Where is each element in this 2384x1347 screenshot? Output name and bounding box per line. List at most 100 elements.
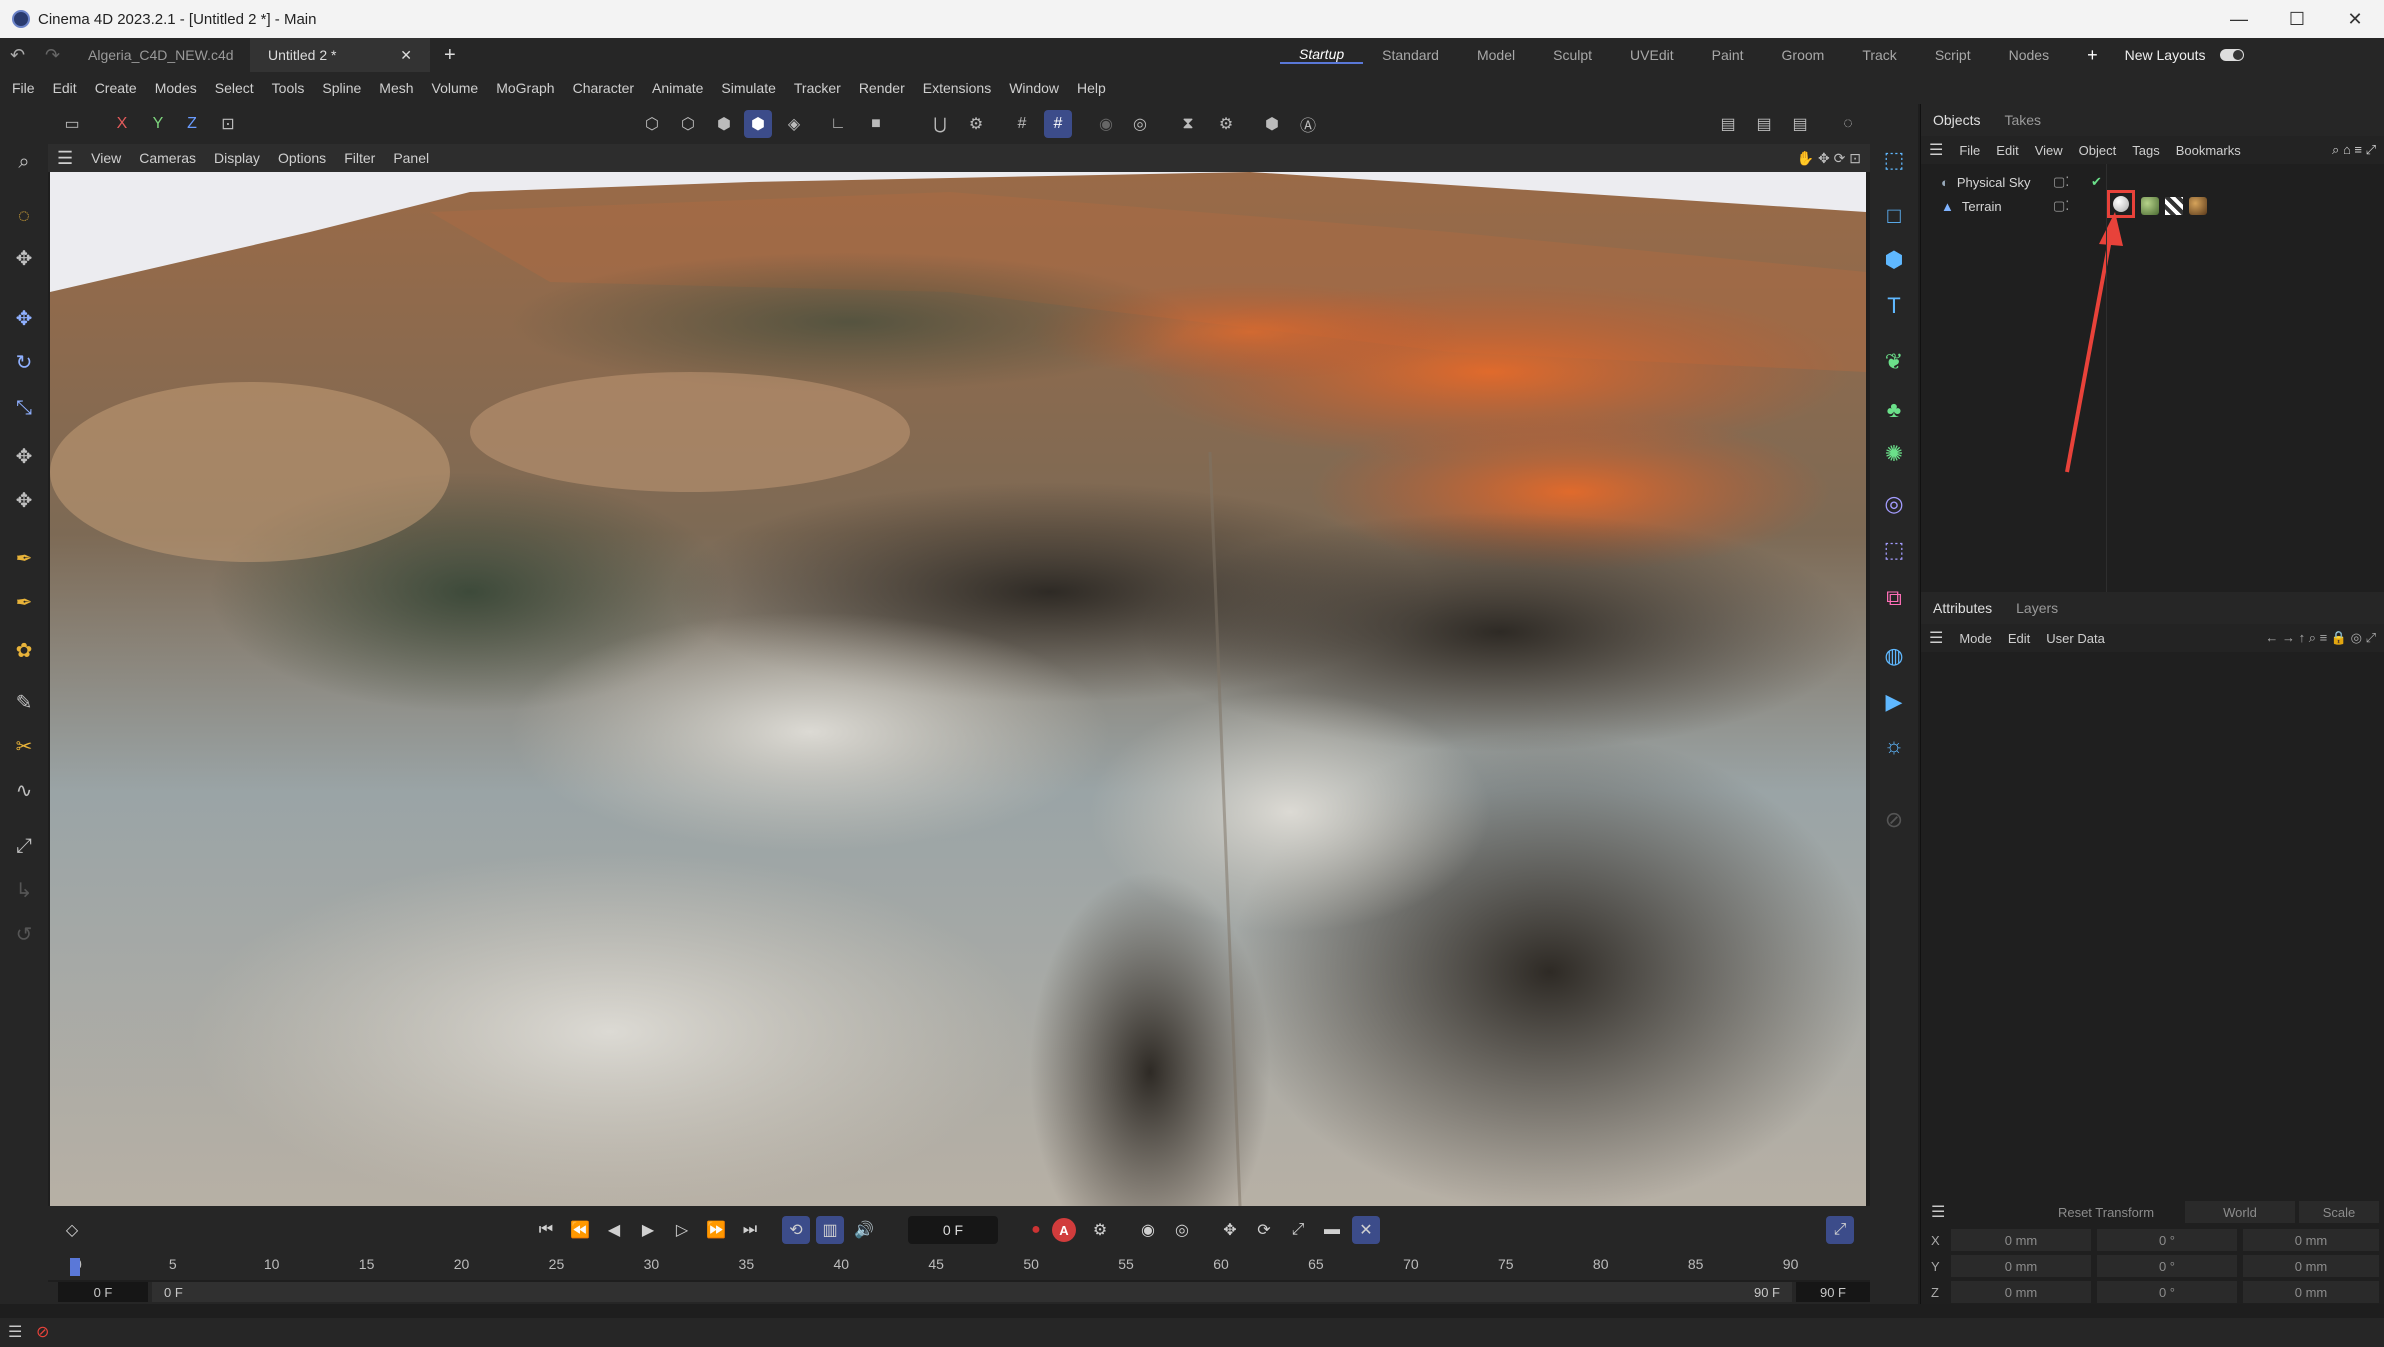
preview-range-icon[interactable]: ▥: [816, 1216, 844, 1244]
viewport-menu-display[interactable]: Display: [205, 150, 269, 166]
layout-standard[interactable]: Standard: [1363, 47, 1458, 63]
spline-tools-icon[interactable]: ✒: [8, 586, 40, 618]
layout-model[interactable]: Model: [1458, 47, 1534, 63]
min-frame-field[interactable]: 0 F: [58, 1282, 148, 1302]
status-menu-icon[interactable]: ☰: [8, 1322, 22, 1342]
coordinate-system-icon[interactable]: ⊡: [214, 110, 242, 138]
spline-pen-icon[interactable]: ✒: [8, 542, 40, 574]
model-mode-icon[interactable]: ⬢: [744, 110, 772, 138]
record-scale-icon[interactable]: ⤢: [1284, 1216, 1312, 1244]
new-layouts-toggle[interactable]: [2219, 49, 2244, 61]
render-settings-icon[interactable]: ▤: [1786, 110, 1814, 138]
object-row-terrain[interactable]: ▲ Terrain ▢⁚: [1921, 190, 2384, 218]
render-view-icon[interactable]: ▤: [1714, 110, 1742, 138]
search-icon[interactable]: ⌕: [8, 146, 40, 178]
render-tag-icon[interactable]: ⬢: [1258, 110, 1286, 138]
position-x-field[interactable]: 0 mm: [1951, 1229, 2091, 1251]
attributes-menu-user-data[interactable]: User Data: [2038, 631, 2113, 646]
menu-mograph[interactable]: MoGraph: [487, 80, 563, 96]
solo-settings-icon[interactable]: ◎: [1126, 110, 1154, 138]
extra-transform-icon[interactable]: ✥: [8, 484, 40, 516]
key-interp-icon[interactable]: ◎: [1168, 1216, 1196, 1244]
objects-menu-tags[interactable]: Tags: [2124, 143, 2167, 158]
solo-icon[interactable]: ◉: [1092, 110, 1120, 138]
spline-smooth-icon[interactable]: ∿: [8, 774, 40, 806]
record-param-icon[interactable]: ▬: [1318, 1216, 1346, 1244]
playhead-icon[interactable]: [70, 1258, 80, 1276]
previous-frame-icon[interactable]: ◀: [600, 1216, 628, 1244]
sculpt-brush-icon[interactable]: ✿: [8, 634, 40, 666]
menu-simulate[interactable]: Simulate: [712, 80, 784, 96]
attributes-hamburger-icon[interactable]: ☰: [1921, 628, 1951, 648]
coordinate-mode-select[interactable]: Scale: [2299, 1201, 2379, 1223]
redshift-ipr-icon[interactable]: ◌: [1834, 110, 1862, 138]
transform-tool-icon[interactable]: ✥: [8, 440, 40, 472]
menu-tracker[interactable]: Tracker: [785, 80, 850, 96]
rotation-y-field[interactable]: 0 °: [2097, 1255, 2237, 1277]
new-layouts-label[interactable]: New Layouts: [2125, 47, 2206, 63]
position-y-field[interactable]: 0 mm: [1951, 1255, 2091, 1277]
camera-icon[interactable]: ▶: [1878, 686, 1910, 718]
menu-file[interactable]: File: [0, 80, 44, 96]
symmetry-settings-icon[interactable]: ⚙: [1212, 110, 1240, 138]
viewport-hamburger-icon[interactable]: ☰: [48, 148, 82, 169]
rotation-x-field[interactable]: 0 °: [2097, 1229, 2237, 1251]
doc-tab-untitled[interactable]: Untitled 2 * ✕: [250, 38, 430, 72]
selection-tools-icon[interactable]: ✥: [8, 242, 40, 274]
current-frame-field[interactable]: 0 F: [908, 1216, 998, 1244]
go-to-start-icon[interactable]: ⏮: [532, 1216, 560, 1244]
layout-nodes[interactable]: Nodes: [1990, 47, 2068, 63]
menu-render[interactable]: Render: [850, 80, 914, 96]
layout-script[interactable]: Script: [1916, 47, 1990, 63]
size-y-field[interactable]: 0 mm: [2243, 1255, 2379, 1277]
size-z-field[interactable]: 0 mm: [2243, 1281, 2379, 1303]
key-selection-icon[interactable]: ◉: [1134, 1216, 1162, 1244]
layout-groom[interactable]: Groom: [1763, 47, 1844, 63]
close-window-button[interactable]: ✕: [2326, 0, 2384, 38]
workplane-grid-icon[interactable]: #: [1044, 110, 1072, 138]
auto-icon[interactable]: Ⓐ: [1294, 110, 1322, 138]
record-pla-icon[interactable]: ✕: [1352, 1216, 1380, 1244]
texture-tag-icon[interactable]: [2165, 197, 2183, 215]
autokey-button[interactable]: A: [1052, 1218, 1076, 1242]
material-tag-icon[interactable]: [2189, 197, 2207, 215]
layout-paint[interactable]: Paint: [1693, 47, 1763, 63]
attributes-nav-icons[interactable]: ← → ↑ ⌕ ≡ 🔒 ◎ ⤢: [2257, 630, 2384, 646]
coordinate-space-select[interactable]: World: [2185, 1201, 2295, 1223]
keyframe-diamond-icon[interactable]: ◇: [58, 1216, 86, 1244]
menu-spline[interactable]: Spline: [313, 80, 370, 96]
viewport-menu-view[interactable]: View: [82, 150, 130, 166]
position-z-field[interactable]: 0 mm: [1951, 1281, 2091, 1303]
symmetry-icon[interactable]: ⧗: [1174, 110, 1202, 138]
menu-help[interactable]: Help: [1068, 80, 1115, 96]
viewport-navigation-icons[interactable]: ✋ ✥ ⟳ ⊡: [1788, 150, 1870, 167]
viewport-menu-cameras[interactable]: Cameras: [130, 150, 205, 166]
key-settings-icon[interactable]: ⚙: [1086, 1216, 1114, 1244]
move-tool-icon[interactable]: ✥: [8, 302, 40, 334]
redo-icon[interactable]: ↷: [45, 45, 60, 66]
layout-sculpt[interactable]: Sculpt: [1534, 47, 1611, 63]
menu-edit[interactable]: Edit: [44, 80, 86, 96]
measure-tool-icon[interactable]: ⤢: [8, 830, 40, 862]
generator-icon[interactable]: ❦: [1878, 346, 1910, 378]
viewport-menu-filter[interactable]: Filter: [335, 150, 384, 166]
viewport-menu-panel[interactable]: Panel: [384, 150, 438, 166]
axis-x-button[interactable]: X: [108, 110, 136, 138]
menu-animate[interactable]: Animate: [643, 80, 712, 96]
enabled-check-icon[interactable]: ✔: [2091, 174, 2102, 190]
locked-workplane-icon[interactable]: ■: [862, 110, 890, 138]
axis-y-button[interactable]: Y: [144, 110, 172, 138]
objects-search-icon[interactable]: ⌕ ⌂ ≡ ⤢: [2324, 142, 2384, 158]
spline-icon[interactable]: ⧉: [1878, 582, 1910, 614]
menu-mesh[interactable]: Mesh: [370, 80, 422, 96]
timeline-ruler[interactable]: 051015202530354045505560657075808590: [48, 1254, 1870, 1280]
object-row-physical-sky[interactable]: ◐ Physical Sky ▢⁚ ✔: [1921, 170, 2384, 194]
go-to-end-icon[interactable]: ⏭: [736, 1216, 764, 1244]
volume-icon[interactable]: ⬚: [1878, 534, 1910, 566]
loop-icon[interactable]: ⟲: [782, 1216, 810, 1244]
tab-attributes[interactable]: Attributes: [1921, 600, 2004, 616]
deformer-icon[interactable]: ✺: [1878, 438, 1910, 470]
field-icon[interactable]: ◎: [1878, 488, 1910, 520]
axis-z-button[interactable]: Z: [178, 110, 206, 138]
objects-menu-edit[interactable]: Edit: [1988, 143, 2026, 158]
